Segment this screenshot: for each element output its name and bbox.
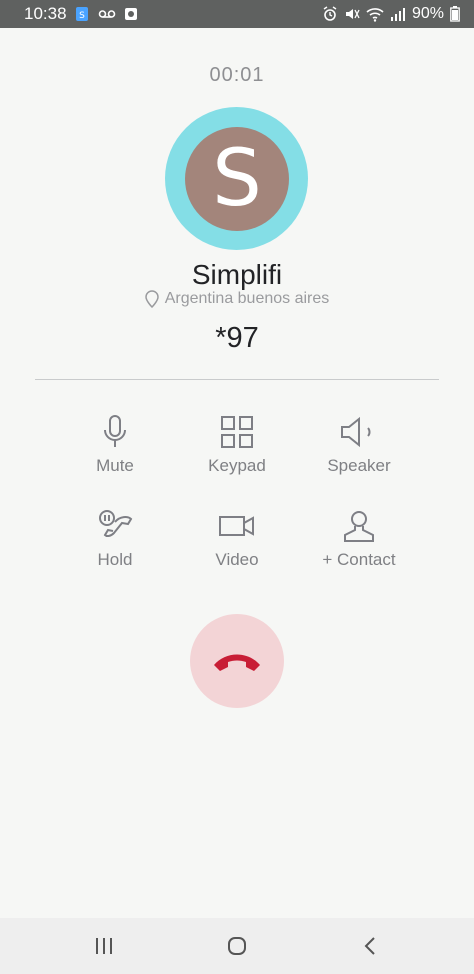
- add-contact-button[interactable]: + Contact: [299, 508, 419, 570]
- contact-icon: [344, 511, 374, 542]
- speaker-label: Speaker: [327, 456, 391, 475]
- location-pin-icon: [144, 290, 159, 308]
- keypad-button[interactable]: Keypad: [177, 414, 297, 476]
- wifi-icon: [366, 8, 384, 22]
- speaker-button[interactable]: Speaker: [299, 414, 419, 476]
- back-button[interactable]: [350, 932, 390, 960]
- status-time: 10:38: [24, 4, 67, 23]
- call-timer: 00:01: [209, 64, 265, 86]
- hold-label: Hold: [97, 550, 133, 569]
- sim-icon: S: [76, 7, 88, 21]
- voicemail-icon: [98, 10, 116, 18]
- back-icon: [364, 937, 375, 955]
- navigation-bar: [0, 918, 474, 974]
- status-left-icons: S: [74, 6, 138, 22]
- home-button[interactable]: [217, 932, 257, 960]
- video-label: Video: [215, 550, 259, 569]
- signal-icon: [390, 8, 405, 21]
- add-contact-label: + Contact: [322, 550, 396, 569]
- keypad-icon: [221, 416, 253, 448]
- mute-label: Mute: [96, 456, 134, 475]
- video-button[interactable]: Video: [177, 508, 297, 570]
- mute-button[interactable]: Mute: [55, 414, 175, 476]
- alarm-icon: [323, 6, 337, 21]
- keypad-label: Keypad: [208, 456, 266, 475]
- end-call-button[interactable]: [190, 614, 284, 708]
- caller-location: Argentina buenos aires: [0, 290, 474, 308]
- end-call-icon: [214, 654, 260, 671]
- avatar-letter: S: [212, 134, 262, 224]
- battery-icon: [450, 6, 460, 22]
- contact-name: Simplifi: [191, 259, 283, 290]
- status-bar: 10:38 S 90%: [0, 0, 474, 28]
- recent-apps-icon: [96, 938, 112, 954]
- hold-button[interactable]: Hold: [55, 508, 175, 570]
- mute-status-icon: [345, 9, 360, 19]
- svg-text:S: S: [79, 11, 85, 21]
- phone-number: *97: [215, 322, 259, 354]
- battery-level: 90%: [411, 5, 444, 22]
- status-right-icons: 90%: [322, 5, 460, 23]
- home-icon: [228, 937, 246, 955]
- divider: [35, 379, 439, 380]
- mute-icon: [104, 415, 126, 447]
- hold-icon: [99, 510, 133, 538]
- video-icon: [219, 516, 254, 536]
- notification-icon: [125, 8, 137, 20]
- location-text: Argentina buenos aires: [164, 290, 330, 307]
- speaker-icon: [341, 416, 371, 448]
- recent-apps-button[interactable]: [84, 932, 124, 960]
